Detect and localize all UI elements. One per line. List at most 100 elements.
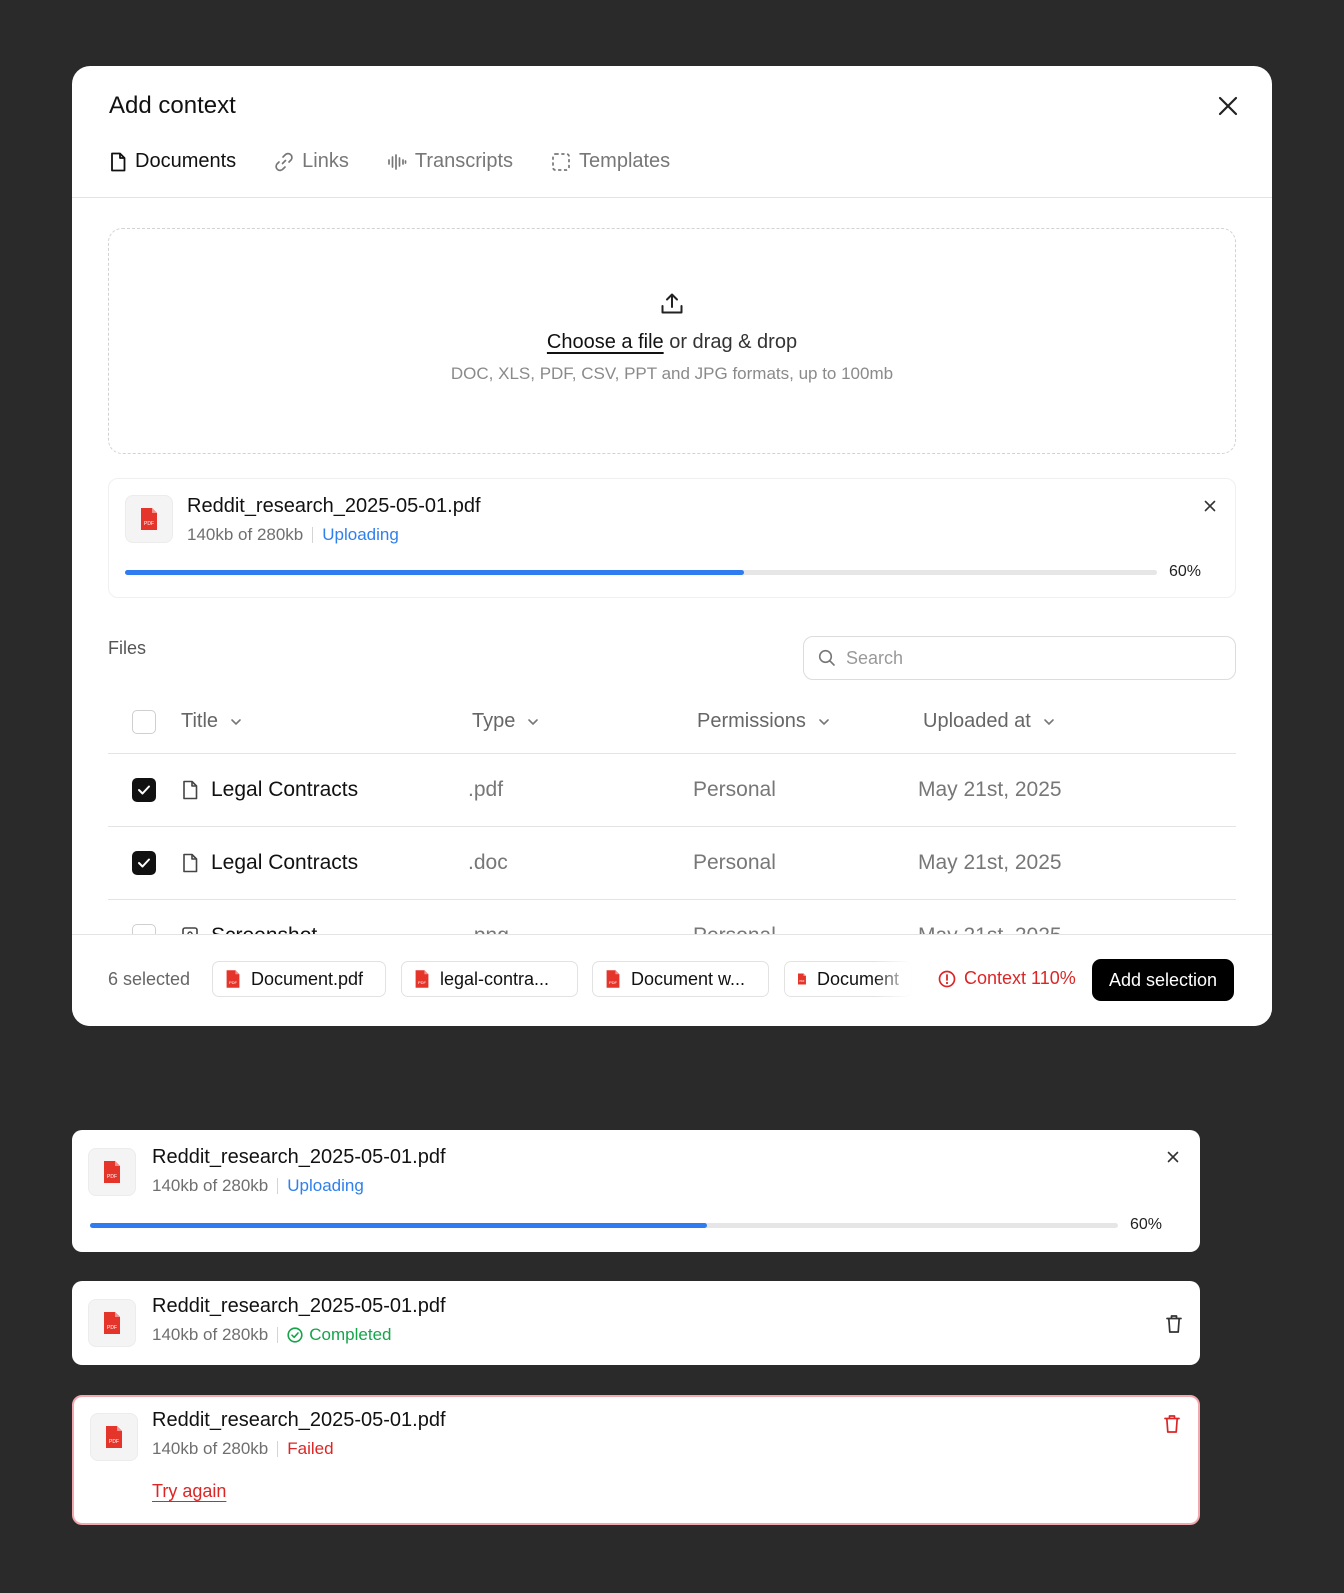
column-header-uploaded-at[interactable]: Uploaded at — [923, 710, 1055, 733]
column-header-type[interactable]: Type — [472, 710, 539, 733]
svg-text:PDF: PDF — [109, 1439, 119, 1445]
row-uploaded-at: May 21st, 2025 — [918, 778, 1062, 801]
dropzone-format-hint: DOC, XLS, PDF, CSV, PPT and JPG formats,… — [450, 364, 894, 383]
try-again-link[interactable]: Try again — [152, 1481, 226, 1502]
row-permissions: Personal — [693, 778, 776, 801]
modal-title: Add context — [109, 92, 236, 119]
check-circle-icon — [287, 1327, 303, 1343]
table-row[interactable]: Legal Contracts .doc Personal May 21st, … — [108, 827, 1236, 900]
svg-text:PDF: PDF — [144, 521, 154, 527]
upload-progress-fill — [90, 1223, 707, 1228]
upload-size: 140kb of 280kb — [187, 525, 304, 544]
close-icon — [1204, 500, 1216, 512]
upload-filename: Reddit_research_2025-05-01.pdf — [152, 1409, 446, 1431]
search-icon — [818, 649, 835, 666]
upload-status: Failed — [287, 1439, 334, 1458]
row-title: Legal Contracts — [181, 851, 358, 875]
selected-file-chip[interactable]: PDF Document.pdf — [212, 961, 386, 997]
svg-text:PDF: PDF — [107, 1174, 117, 1180]
table-row[interactable]: Legal Contracts .pdf Personal May 21st, … — [108, 754, 1236, 827]
pdf-file-icon: PDF — [797, 973, 806, 985]
select-all-checkbox[interactable] — [132, 710, 156, 734]
dashed-square-icon — [552, 152, 570, 171]
row-title: Legal Contracts — [181, 778, 358, 802]
alert-circle-icon — [938, 970, 956, 987]
pdf-file-icon: PDF — [606, 970, 620, 988]
cancel-upload-button[interactable] — [1201, 497, 1219, 515]
upload-status: Uploading — [322, 525, 399, 544]
upload-meta: 140kb of 280kb Completed — [152, 1325, 392, 1345]
pdf-file-icon: PDF — [415, 970, 429, 988]
chevron-down-icon — [528, 718, 539, 725]
row-checkbox[interactable] — [132, 851, 156, 875]
delete-file-button[interactable] — [1162, 1413, 1182, 1435]
upload-status: Completed — [287, 1325, 391, 1345]
modal-footer: 6 selected PDF Document.pdf PDF legal-co… — [72, 934, 1272, 1026]
upload-meta: 140kb of 280kb Failed — [152, 1439, 334, 1458]
tab-transcripts[interactable]: Transcripts — [387, 150, 513, 173]
chevron-down-icon — [231, 718, 241, 725]
upload-filename: Reddit_research_2025-05-01.pdf — [152, 1295, 446, 1317]
upload-meta: 140kb of 280kb Uploading — [187, 525, 399, 545]
pdf-file-icon: PDF — [90, 1413, 138, 1461]
row-permissions: Personal — [693, 851, 776, 874]
tab-links[interactable]: Links — [274, 150, 349, 173]
tab-label: Links — [302, 150, 349, 172]
selected-file-chip[interactable]: PDF Document — [784, 961, 912, 997]
row-uploaded-at: May 21st, 2025 — [918, 851, 1062, 874]
close-modal-button[interactable] — [1214, 92, 1242, 120]
selected-count: 6 selected — [108, 969, 191, 989]
drag-drop-text: or drag & drop — [663, 331, 798, 353]
add-context-modal: Add context Documents Links Transcripts … — [72, 66, 1272, 1026]
check-icon — [138, 858, 150, 868]
add-selection-button[interactable]: Add selection — [1092, 959, 1234, 1001]
selected-file-chip[interactable]: PDF legal-contra... — [401, 961, 578, 997]
files-search — [803, 636, 1236, 680]
svg-text:PDF: PDF — [107, 1325, 117, 1331]
upload-meta: 140kb of 280kb Uploading — [152, 1176, 364, 1195]
chevron-down-icon — [819, 718, 829, 725]
search-input[interactable] — [846, 647, 1206, 669]
pdf-file-icon: PDF — [88, 1299, 136, 1347]
context-tabs: Documents Links Transcripts Templates — [109, 150, 670, 173]
svg-text:PDF: PDF — [418, 980, 427, 985]
tab-label: Transcripts — [414, 150, 514, 172]
row-checkbox[interactable] — [132, 778, 156, 802]
pdf-file-icon: PDF — [125, 495, 173, 543]
upload-status: Uploading — [287, 1176, 364, 1195]
upload-percent: 60% — [1130, 1216, 1163, 1233]
link-icon — [275, 152, 293, 171]
check-icon — [138, 785, 150, 795]
chevron-down-icon — [1044, 718, 1054, 725]
upload-card-failed: PDF Reddit_research_2025-05-01.pdf 140kb… — [72, 1395, 1200, 1525]
choose-file-link[interactable]: Choose a file — [547, 331, 664, 353]
upload-icon — [661, 293, 683, 314]
pdf-file-icon: PDF — [88, 1148, 136, 1196]
upload-progress-card: PDF Reddit_research_2025-05-01.pdf 140kb… — [108, 478, 1236, 598]
file-icon — [183, 780, 198, 800]
file-dropzone[interactable]: Choose a file or drag & drop DOC, XLS, P… — [108, 228, 1236, 454]
trash-icon — [1164, 1415, 1180, 1433]
delete-file-button[interactable] — [1164, 1313, 1184, 1335]
selected-file-chip[interactable]: PDF Document w... — [592, 961, 769, 997]
tab-label: Documents — [135, 150, 237, 172]
column-header-permissions[interactable]: Permissions — [697, 710, 830, 733]
tab-templates[interactable]: Templates — [551, 150, 670, 173]
upload-progress-bar — [90, 1223, 1118, 1228]
row-type: .pdf — [468, 778, 504, 801]
svg-text:PDF: PDF — [800, 980, 805, 983]
tabs-divider — [72, 197, 1272, 198]
files-section-label: Files — [108, 638, 147, 658]
close-icon — [1167, 1151, 1179, 1163]
dropzone-prompt: Choose a file or drag & drop — [547, 331, 797, 354]
tab-documents[interactable]: Documents — [109, 150, 236, 173]
column-header-title[interactable]: Title — [181, 710, 242, 733]
tab-label: Templates — [579, 150, 671, 172]
upload-progress-bar — [125, 570, 1157, 575]
cancel-upload-button[interactable] — [1164, 1148, 1182, 1166]
trash-icon — [1166, 1315, 1182, 1333]
upload-card-completed: PDF Reddit_research_2025-05-01.pdf 140kb… — [72, 1281, 1200, 1365]
pdf-file-icon: PDF — [226, 970, 240, 988]
close-icon — [1218, 96, 1238, 116]
upload-filename: Reddit_research_2025-05-01.pdf — [187, 495, 481, 517]
